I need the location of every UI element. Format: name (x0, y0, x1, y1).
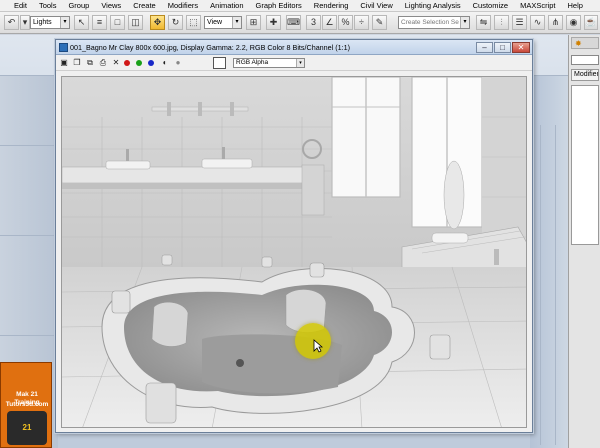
copy-image-icon[interactable]: ❐ (72, 58, 82, 68)
keyboard-shortcut-icon[interactable]: ⌨ (286, 15, 301, 30)
viewport-gridline (540, 125, 541, 445)
menu-item-graph-editors[interactable]: Graph Editors (250, 0, 308, 12)
menu-item-create[interactable]: Create (127, 0, 162, 12)
green-channel-toggle[interactable] (136, 60, 142, 66)
layer-manager-icon[interactable]: ☰ (512, 15, 527, 30)
viewport-gridline (0, 145, 60, 146)
minimize-button[interactable]: – (476, 42, 493, 53)
logo-line2: Tutors3d.com (5, 401, 49, 408)
menu-item-views[interactable]: Views (95, 0, 127, 12)
select-by-name-icon[interactable]: ≡ (92, 15, 107, 30)
viewport-gridline (555, 125, 556, 445)
command-panel: ✸ Modifier (568, 35, 600, 448)
menu-item-maxscript[interactable]: MAXScript (514, 0, 561, 12)
menu-item-help[interactable]: Help (562, 0, 589, 12)
angle-snap-icon[interactable]: ∠ (322, 15, 337, 30)
window-app-icon (59, 43, 68, 52)
monochrome-icon[interactable]: ● (173, 58, 183, 68)
reference-coordinate-dropdown[interactable]: View ▾ (204, 16, 242, 29)
mirror-icon[interactable]: ⇋ (476, 15, 491, 30)
red-channel-toggle[interactable] (124, 60, 130, 66)
alpha-channel-icon[interactable]: ◐ (160, 58, 170, 68)
pivot-center-icon[interactable]: ⊞ (246, 15, 261, 30)
object-name-field[interactable] (571, 55, 599, 65)
rendered-frame-window: 001_Bagno Mr Clay 800x 600.jpg, Display … (55, 39, 533, 433)
print-image-icon[interactable]: ⎙ (98, 58, 108, 68)
menu-item-group[interactable]: Group (62, 0, 95, 12)
menu-item-tools[interactable]: Tools (33, 0, 63, 12)
menu-item-modifiers[interactable]: Modifiers (162, 0, 204, 12)
menu-item-lighting-analysis[interactable]: Lighting Analysis (399, 0, 467, 12)
viewport-gridline (0, 335, 60, 336)
spinner-snap-icon[interactable]: ÷ (354, 15, 369, 30)
rendered-frame-titlebar[interactable]: 001_Bagno Mr Clay 800x 600.jpg, Display … (56, 40, 532, 55)
menu-item-edit[interactable]: Edit (0, 0, 33, 12)
rendered-image[interactable] (61, 76, 527, 428)
viewport-gridline (0, 235, 60, 236)
align-icon[interactable]: ⫶ (494, 15, 509, 30)
material-editor-icon[interactable]: ◉ (566, 15, 581, 30)
command-panel-tabs[interactable]: ✸ (571, 37, 599, 49)
training-logo: Mak 21 Training Tutors3d.com 21 (0, 362, 52, 448)
modifier-stack-list[interactable] (571, 85, 599, 245)
close-button[interactable]: ✕ (512, 42, 530, 53)
select-and-move-icon[interactable]: ✥ (150, 15, 165, 30)
bathroom-clay-render (62, 77, 526, 427)
snaps-toggle-icon[interactable]: 3 (306, 15, 321, 30)
rendered-frame-title: 001_Bagno Mr Clay 800x 600.jpg, Display … (70, 43, 351, 52)
rectangular-selection-icon[interactable]: □ (110, 15, 125, 30)
percent-snap-icon[interactable]: % (338, 15, 353, 30)
blue-channel-toggle[interactable] (148, 60, 154, 66)
save-image-icon[interactable]: ▣ (59, 58, 69, 68)
named-selection-set-dropdown[interactable]: Create Selection Se ▾ (398, 16, 470, 29)
toolbar-dropdown-arrow[interactable]: ▾ (20, 15, 30, 30)
menu-item-animation[interactable]: Animation (204, 0, 249, 12)
menu-item-rendering[interactable]: Rendering (308, 0, 355, 12)
menu-item-customize[interactable]: Customize (467, 0, 514, 12)
undo-icon[interactable]: ↶ (4, 15, 19, 30)
clear-image-icon[interactable]: ✕ (111, 58, 121, 68)
channel-display-dropdown[interactable]: RGB Alpha ▾ (233, 58, 305, 68)
select-and-rotate-icon[interactable]: ↻ (168, 15, 183, 30)
maximize-button[interactable]: □ (494, 42, 511, 53)
schematic-view-icon[interactable]: ⋔ (548, 15, 563, 30)
selection-filter-dropdown[interactable]: Lights ▾ (30, 16, 70, 29)
mouse-cursor-icon (313, 339, 323, 353)
modifier-list-dropdown[interactable]: Modifier (571, 69, 599, 81)
menu-bar: Edit Tools Group Views Create Modifiers Animat… (0, 0, 600, 12)
main-toolbar: ↶ ▾ Lights ▾ ↖ ≡ □ ◫ ✥ ↻ ⬚ View ▾ ⊞ ✚ ⌨ 3 … (0, 12, 600, 34)
rendered-frame-toolbar: ▣ ❐ ⧉ ⎙ ✕ ◐ ● RGB Alpha ▾ (56, 55, 532, 71)
select-manipulate-icon[interactable]: ✚ (266, 15, 281, 30)
window-crossing-icon[interactable]: ◫ (128, 15, 143, 30)
render-setup-icon[interactable]: ☕ (584, 15, 598, 30)
logo-badge: 21 (7, 411, 47, 445)
viewport-scene-right (530, 75, 568, 448)
select-and-scale-icon[interactable]: ⬚ (186, 15, 201, 30)
select-object-icon[interactable]: ↖ (74, 15, 89, 30)
menu-item-civil-view[interactable]: Civil View (354, 0, 398, 12)
clone-window-icon[interactable]: ⧉ (85, 58, 95, 68)
edit-named-selection-icon[interactable]: ✎ (372, 15, 387, 30)
color-swatch[interactable] (213, 57, 226, 69)
create-tab-icon[interactable]: ✸ (575, 38, 582, 49)
curve-editor-icon[interactable]: ∿ (530, 15, 545, 30)
